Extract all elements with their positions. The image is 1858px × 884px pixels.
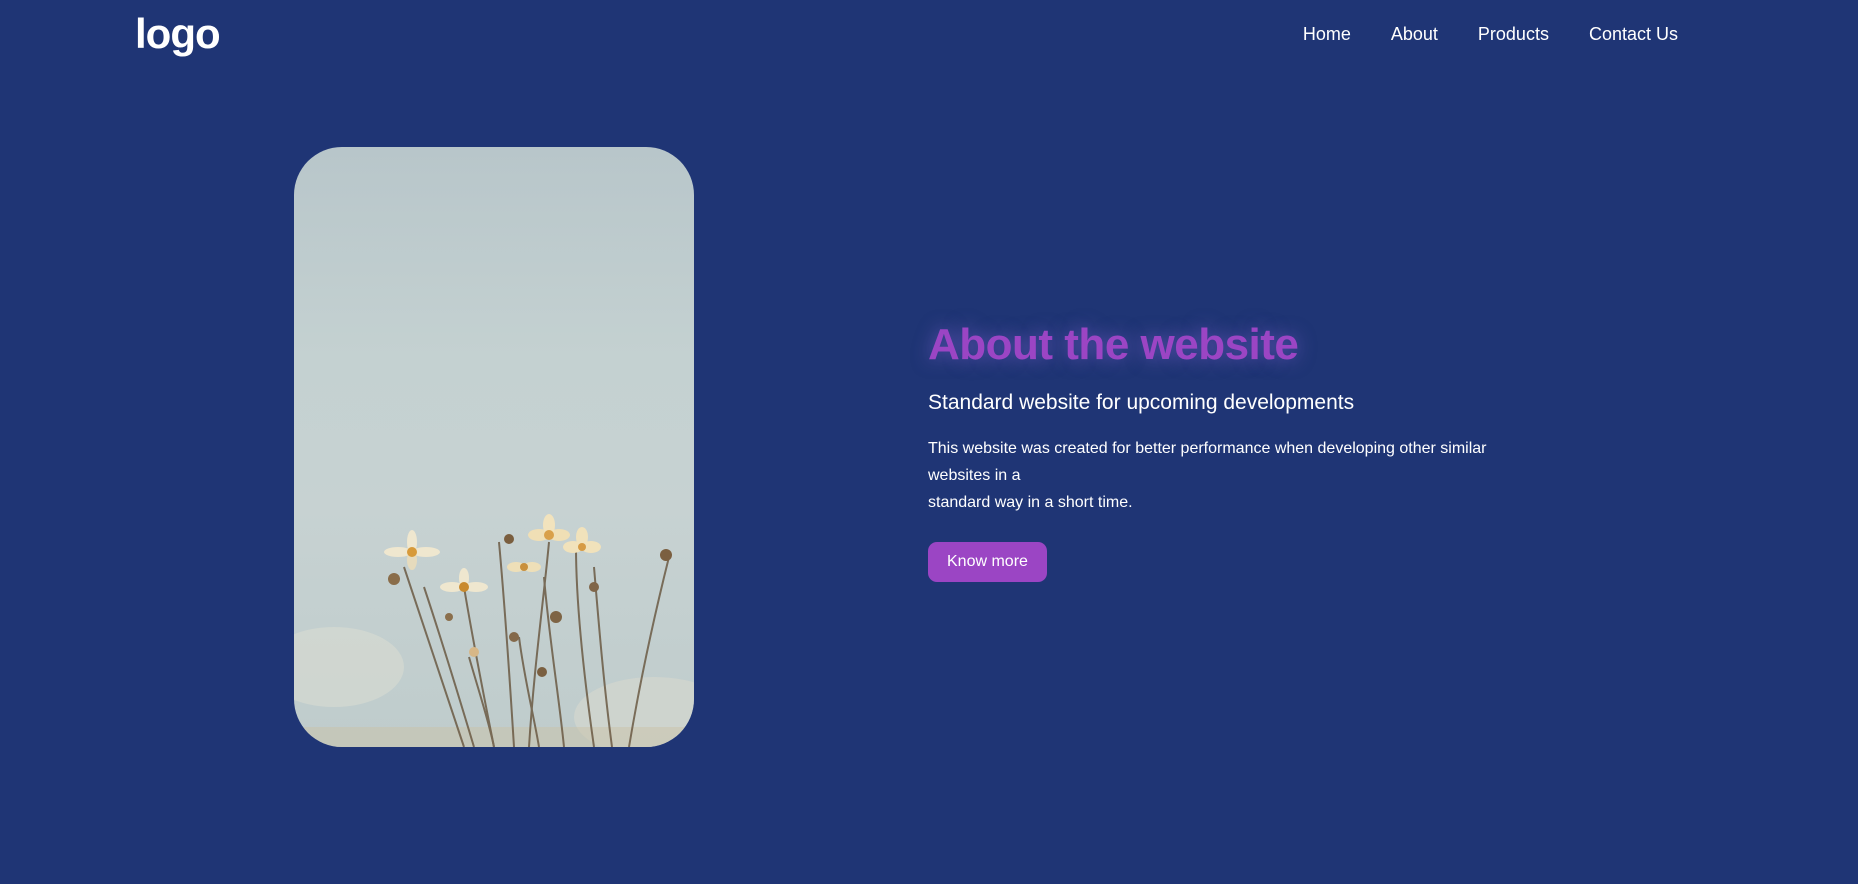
nav-about[interactable]: About [1391,22,1438,46]
site-header: logo Home About Products Contact Us [0,0,1858,70]
about-title: About the website [928,320,1299,369]
description-line: standard way in a short time. [928,494,1133,511]
about-section: About the website Standard website for u… [928,315,1528,582]
description-line: This website was created for better perf… [928,440,1487,457]
nav-home[interactable]: Home [1303,22,1351,46]
nav-contact-us[interactable]: Contact Us [1589,22,1678,46]
know-more-button[interactable]: Know more [928,542,1047,582]
logo[interactable]: logo [135,10,221,58]
about-subtitle: Standard website for upcoming developmen… [928,391,1355,414]
main-nav: Home About Products Contact Us [1263,22,1678,46]
about-description: This website was created for better perf… [928,435,1518,516]
flowers-photo [294,147,694,747]
nav-products[interactable]: Products [1478,22,1549,46]
description-line: websites in a [928,467,1021,484]
